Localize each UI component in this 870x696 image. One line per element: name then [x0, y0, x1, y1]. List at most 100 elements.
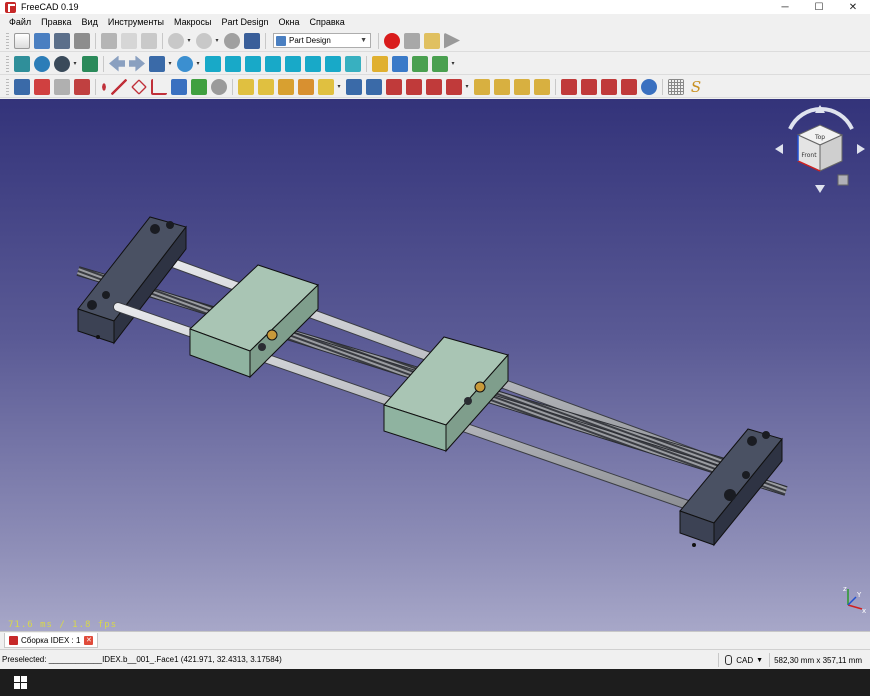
bookmark-dropdown-icon[interactable]: ▾ [167, 56, 173, 72]
linear-pattern-icon[interactable] [494, 78, 510, 95]
group-folder-icon[interactable] [392, 55, 408, 72]
3d-viewport[interactable]: Top Front z Y x 71.6 ms / 1.8 fps [0, 99, 870, 631]
subtractive-dropdown-icon[interactable]: ▾ [464, 79, 470, 95]
pad-icon[interactable] [238, 78, 254, 95]
macro-edit-icon[interactable] [424, 32, 440, 49]
close-button[interactable]: ✕ [836, 0, 870, 14]
redo-icon[interactable] [196, 32, 212, 49]
undo-icon[interactable] [168, 32, 184, 49]
datum-point-icon[interactable] [100, 78, 108, 95]
datum-line-icon[interactable] [111, 78, 127, 95]
boolean-icon[interactable] [641, 78, 657, 95]
hole-icon[interactable] [366, 78, 382, 95]
draw-style-dropdown-icon[interactable]: ▾ [72, 56, 78, 72]
start-button[interactable] [0, 669, 40, 696]
mirrored-icon[interactable] [474, 78, 490, 95]
revolution-icon[interactable] [258, 78, 274, 95]
maximize-button[interactable]: ☐ [802, 0, 836, 14]
polar-pattern-icon[interactable] [514, 78, 530, 95]
view-top-icon[interactable] [245, 55, 261, 72]
subtractive-loft-icon[interactable] [406, 78, 422, 95]
menu-macros[interactable]: Макросы [169, 15, 217, 30]
view-isometric-icon[interactable] [205, 55, 221, 72]
multi-transform-icon[interactable] [534, 78, 550, 95]
validate-sketch-icon[interactable] [54, 78, 70, 95]
print-icon[interactable] [74, 32, 90, 49]
navigation-cube[interactable]: Top Front [775, 105, 865, 193]
draft-icon[interactable] [601, 78, 617, 95]
title-bar: FreeCAD 0.19 ─ ☐ ✕ [0, 0, 870, 14]
draw-style-icon[interactable] [54, 55, 70, 72]
menu-part-design[interactable]: Part Design [217, 15, 274, 30]
shape-binder-icon[interactable] [171, 78, 187, 95]
back-icon[interactable] [109, 55, 125, 72]
link-icon[interactable] [412, 55, 428, 72]
tab-document[interactable]: Сборка IDEX : 1 ✕ [4, 633, 99, 648]
refresh-icon[interactable] [224, 32, 240, 49]
zoom-dropdown-icon[interactable]: ▾ [195, 56, 201, 72]
navigation-style-selector[interactable]: CAD ▼ [718, 653, 769, 667]
toolbar-file: ▾ ▾ Part Design ▼ [0, 30, 870, 52]
datum-plane-icon[interactable] [131, 78, 147, 95]
fit-selection-icon[interactable] [34, 55, 50, 72]
toolbar-grip[interactable] [6, 55, 9, 72]
bookmark-icon[interactable] [149, 55, 165, 72]
subtractive-pipe-icon[interactable] [426, 78, 442, 95]
view-bottom-icon[interactable] [305, 55, 321, 72]
new-file-icon[interactable] [14, 32, 30, 49]
close-tab-icon[interactable]: ✕ [84, 635, 94, 645]
macro-run-icon[interactable] [444, 32, 460, 49]
menu-file[interactable]: Файл [4, 15, 36, 30]
menu-windows[interactable]: Окна [274, 15, 305, 30]
toolbar-grip[interactable] [6, 32, 9, 49]
loft-icon[interactable] [278, 78, 294, 95]
menu-help[interactable]: Справка [304, 15, 349, 30]
measure-icon[interactable] [345, 55, 361, 72]
additive-primitive-icon[interactable] [318, 78, 334, 95]
minimize-button[interactable]: ─ [768, 0, 802, 14]
sync-view-icon[interactable] [82, 55, 98, 72]
forward-icon[interactable] [129, 55, 145, 72]
macro-record-icon[interactable] [384, 32, 400, 49]
create-sketch-icon[interactable] [34, 78, 50, 95]
create-body-icon[interactable] [14, 78, 30, 95]
involute-gear-icon[interactable]: S [688, 79, 704, 95]
save-icon[interactable] [54, 32, 70, 49]
local-coordinate-icon[interactable] [151, 78, 167, 95]
view-right-icon[interactable] [265, 55, 281, 72]
toolbar-grip[interactable] [6, 78, 9, 95]
groove-icon[interactable] [386, 78, 402, 95]
document-tab-bar: Сборка IDEX : 1 ✕ [0, 631, 870, 649]
whats-this-icon[interactable] [244, 32, 260, 49]
sprocket-icon[interactable] [668, 78, 684, 95]
menu-view[interactable]: Вид [77, 15, 103, 30]
link-actions-icon[interactable] [432, 55, 448, 72]
redo-dropdown-icon[interactable]: ▾ [214, 33, 220, 49]
link-dropdown-icon[interactable]: ▾ [450, 56, 456, 72]
view-left-icon[interactable] [325, 55, 341, 72]
cut-icon[interactable] [101, 32, 117, 49]
subtractive-primitive-icon[interactable] [446, 78, 462, 95]
part-icon[interactable] [372, 55, 388, 72]
fillet-icon[interactable] [561, 78, 577, 95]
macro-stop-icon[interactable] [404, 32, 420, 49]
thickness-icon[interactable] [621, 78, 637, 95]
undo-dropdown-icon[interactable]: ▾ [186, 33, 192, 49]
chamfer-icon[interactable] [581, 78, 597, 95]
menu-edit[interactable]: Правка [36, 15, 76, 30]
additive-dropdown-icon[interactable]: ▾ [336, 79, 342, 95]
zoom-icon[interactable] [177, 55, 193, 72]
menu-tools[interactable]: Инструменты [103, 15, 169, 30]
pipe-icon[interactable] [298, 78, 314, 95]
open-folder-icon[interactable] [34, 32, 50, 49]
fit-all-icon[interactable] [14, 55, 30, 72]
clone-icon[interactable] [211, 78, 227, 95]
map-sketch-icon[interactable] [74, 78, 90, 95]
paste-icon[interactable] [141, 32, 157, 49]
copy-icon[interactable] [121, 32, 137, 49]
workbench-selector[interactable]: Part Design ▼ [273, 33, 371, 48]
subshape-binder-icon[interactable] [191, 78, 207, 95]
view-rear-icon[interactable] [285, 55, 301, 72]
pocket-icon[interactable] [346, 78, 362, 95]
view-front-icon[interactable] [225, 55, 241, 72]
